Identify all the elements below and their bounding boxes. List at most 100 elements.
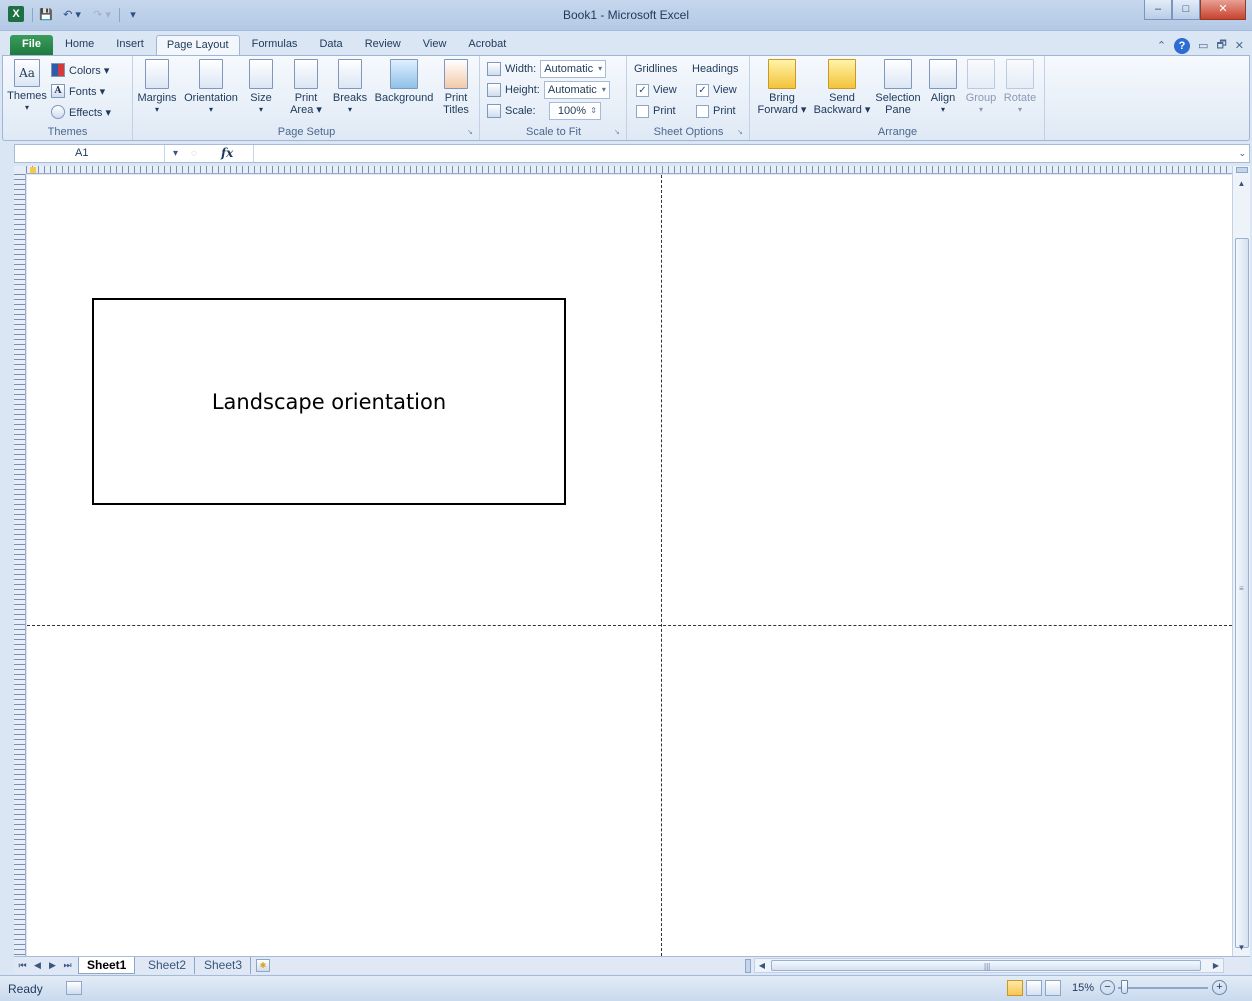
normal-view-icon[interactable] xyxy=(1007,980,1023,996)
close-button[interactable]: ✕ xyxy=(1200,0,1246,20)
workbook-minimize-icon[interactable]: ▭ xyxy=(1198,39,1208,52)
textbox-text: Landscape orientation xyxy=(211,389,447,414)
zoom-slider-track[interactable] xyxy=(1118,987,1208,989)
sheet-tab-sheet2[interactable]: Sheet2 xyxy=(140,957,196,974)
group-button[interactable]: Group ▾ xyxy=(963,59,999,116)
vertical-split-handle[interactable] xyxy=(1236,167,1248,173)
landscape-orientation-textbox[interactable]: Landscape orientation xyxy=(92,298,566,505)
background-button[interactable]: Background xyxy=(372,59,436,104)
scale-label: Scale: xyxy=(505,105,536,117)
height-label: Height: xyxy=(505,84,540,96)
tab-insert[interactable]: Insert xyxy=(106,35,154,55)
align-label: Align xyxy=(930,92,956,104)
prev-sheet-icon[interactable]: ◀ xyxy=(31,958,44,973)
first-sheet-icon[interactable]: ⏮ xyxy=(16,958,29,973)
height-dropdown[interactable]: Automatic ▾ xyxy=(543,81,610,99)
scroll-down-icon[interactable]: ▼ xyxy=(1233,940,1250,956)
title-bar: X 💾 ↶ ▾ ↷ ▾ ▾ Book1 - Microsoft Excel – … xyxy=(0,0,1252,31)
width-dropdown[interactable]: Automatic ▾ xyxy=(540,60,607,78)
selection-pane-label: Selection xyxy=(875,92,921,104)
next-sheet-icon[interactable]: ▶ xyxy=(46,958,59,973)
rotate-button[interactable]: Rotate ▾ xyxy=(1001,59,1039,116)
zoom-slider-thumb[interactable] xyxy=(1121,980,1128,994)
tab-page-layout[interactable]: Page Layout xyxy=(155,35,240,55)
effects-button[interactable]: Effects ▾ xyxy=(51,102,111,122)
send-backward-button[interactable]: Send Backward ▾ xyxy=(811,59,873,116)
breaks-arrow: ▾ xyxy=(347,105,352,114)
bring-forward-button[interactable]: Bring Forward ▾ xyxy=(753,59,811,116)
colors-button[interactable]: Colors ▾ xyxy=(51,60,109,80)
headings-print-box xyxy=(696,104,709,118)
width-label: Width: xyxy=(505,63,537,75)
tab-formulas[interactable]: Formulas xyxy=(242,35,308,55)
breaks-button[interactable]: Breaks ▾ xyxy=(330,59,370,116)
sheet-tab-sheet3[interactable]: Sheet3 xyxy=(196,957,252,974)
print-titles-button[interactable]: Print Titles xyxy=(438,59,474,116)
tab-review[interactable]: Review xyxy=(355,35,411,55)
page-setup-launcher-icon[interactable]: ↘ xyxy=(467,129,475,137)
margins-arrow: ▾ xyxy=(154,105,159,114)
page-break-preview-icon[interactable] xyxy=(1045,980,1061,996)
page-layout-view-icon[interactable] xyxy=(1026,980,1042,996)
worksheet-area[interactable]: Landscape orientation xyxy=(27,175,1232,956)
record-macro-icon[interactable] xyxy=(66,981,82,995)
orientation-label: Orientation xyxy=(184,92,238,104)
selection-pane-button[interactable]: Selection Pane xyxy=(873,59,923,116)
zoom-out-icon[interactable]: − xyxy=(1100,980,1115,995)
zoom-level[interactable]: 15% xyxy=(1072,982,1094,994)
tab-view[interactable]: View xyxy=(413,35,457,55)
scroll-right-icon[interactable]: ▶ xyxy=(1209,959,1223,972)
margins-button[interactable]: Margins ▾ xyxy=(136,59,178,116)
vertical-scrollbar[interactable]: ▲ ≡ ▼ xyxy=(1232,166,1250,956)
last-sheet-icon[interactable]: ⏭ xyxy=(61,958,74,973)
size-icon xyxy=(249,59,273,89)
help-icon[interactable]: ? xyxy=(1174,37,1191,54)
horizontal-grip-icon: ||| xyxy=(984,962,991,971)
fonts-button[interactable]: A Fonts ▾ xyxy=(51,81,105,101)
scroll-up-icon[interactable]: ▲ xyxy=(1233,176,1250,192)
background-label: Background xyxy=(374,92,434,104)
insert-function-icon[interactable]: fx xyxy=(221,145,233,162)
gridlines-print-checkbox[interactable]: Print xyxy=(636,101,676,121)
horizontal-split-handle[interactable] xyxy=(745,959,751,973)
expand-formula-bar-icon[interactable]: ⌄ xyxy=(1238,145,1246,162)
zoom-in-icon[interactable]: + xyxy=(1212,980,1227,995)
workbook-restore-icon[interactable]: 🗗 xyxy=(1216,36,1226,55)
headings-view-checkbox[interactable]: ✓ View xyxy=(696,80,737,100)
tab-home[interactable]: Home xyxy=(55,35,104,55)
scale-spinner[interactable]: 100% ⇕ xyxy=(549,102,601,120)
scale-to-fit-launcher-icon[interactable]: ↘ xyxy=(614,129,622,137)
name-box[interactable]: A1 xyxy=(15,145,165,162)
gridlines-view-checkbox[interactable]: ✓ View xyxy=(636,80,677,100)
minimize-ribbon-icon[interactable]: ⌃ xyxy=(1157,39,1166,52)
maximize-button[interactable]: □ xyxy=(1172,0,1200,20)
tab-acrobat[interactable]: Acrobat xyxy=(458,35,516,55)
width-dropdown-arrow: ▾ xyxy=(598,64,603,73)
tab-file[interactable]: File xyxy=(10,35,53,55)
themes-button[interactable]: Aa Themes ▾ xyxy=(7,59,47,114)
horizontal-scroll-thumb[interactable]: ||| xyxy=(771,960,1201,971)
page-break-horizontal xyxy=(27,625,1232,626)
scroll-left-icon[interactable]: ◀ xyxy=(755,959,769,972)
name-box-dropdown-icon[interactable]: ▾ xyxy=(173,145,178,162)
print-area-button[interactable]: Print Area ▾ xyxy=(286,59,326,116)
size-button[interactable]: Size ▾ xyxy=(246,59,276,116)
headings-print-checkbox[interactable]: Print xyxy=(696,101,736,121)
insert-sheet-icon[interactable]: ✱ xyxy=(256,959,270,972)
tab-data[interactable]: Data xyxy=(309,35,352,55)
headings-heading: Headings xyxy=(692,63,739,75)
align-button[interactable]: Align ▾ xyxy=(925,59,961,116)
scale-spin-icon[interactable]: ⇕ xyxy=(590,103,597,119)
minimize-button[interactable]: – xyxy=(1144,0,1172,20)
width-value: Automatic xyxy=(544,63,594,75)
sheet-tab-sheet1[interactable]: Sheet1 xyxy=(78,957,136,974)
horizontal-scrollbar[interactable]: ◀ ||| ▶ xyxy=(745,958,1224,973)
vertical-scroll-thumb[interactable]: ≡ xyxy=(1235,238,1249,948)
gridlines-heading: Gridlines xyxy=(634,63,678,75)
gridlines-print-box xyxy=(636,104,649,118)
orientation-button[interactable]: Orientation ▾ xyxy=(180,59,242,116)
workbook-close-icon[interactable]: ✕ xyxy=(1235,39,1244,52)
size-arrow: ▾ xyxy=(258,105,263,114)
sheet-options-launcher-icon[interactable]: ↘ xyxy=(737,129,745,137)
formula-input[interactable] xyxy=(253,145,1231,162)
